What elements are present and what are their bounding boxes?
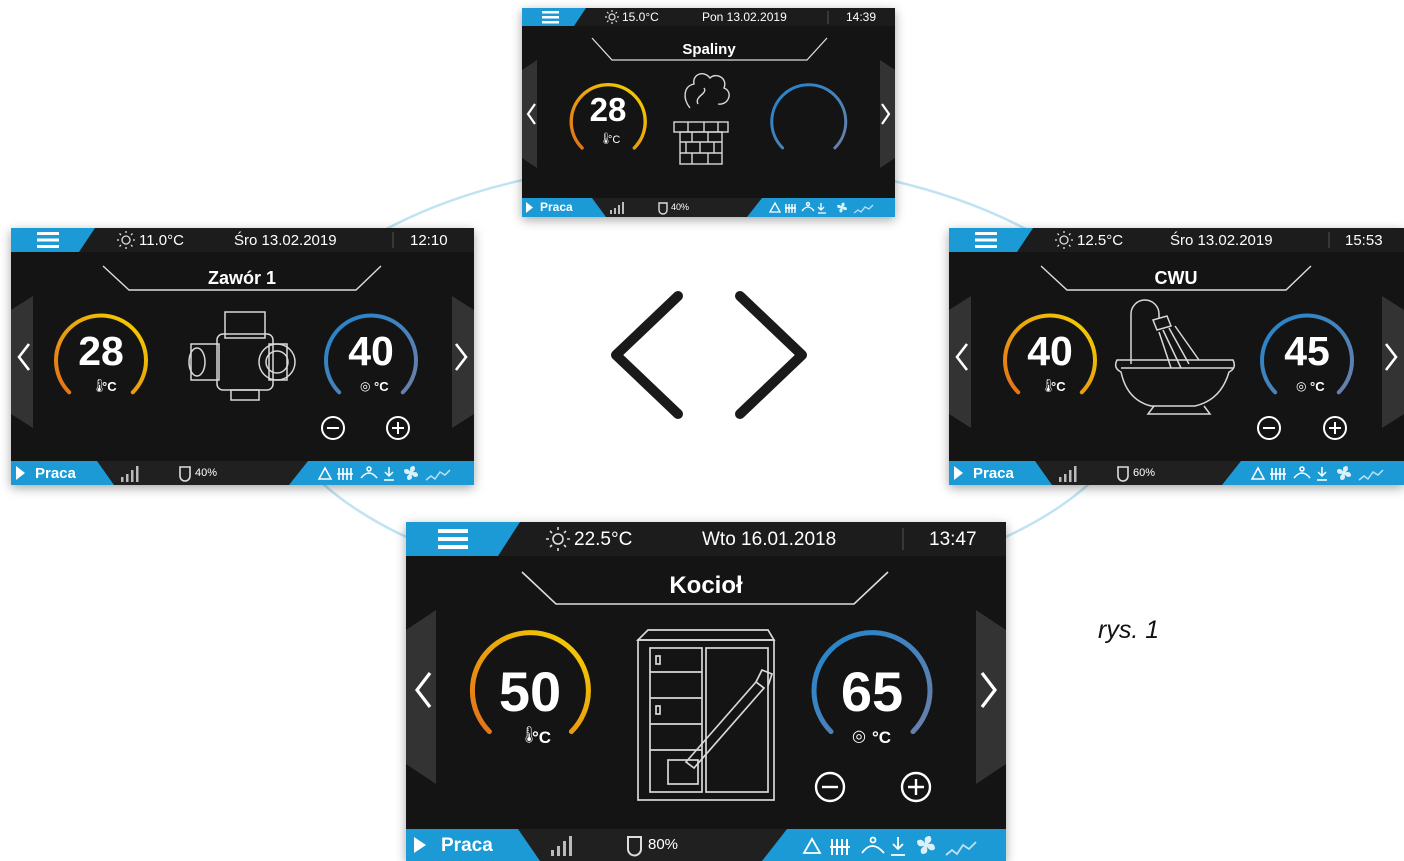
time: 12:10 (410, 232, 448, 249)
date: Śro 13.02.2019 (234, 232, 337, 249)
fuel-level-value: 80% (648, 836, 679, 853)
setpoint-unit: °C (872, 728, 892, 747)
plus-icon (392, 422, 404, 434)
setpoint-icon: ◎ (360, 379, 371, 393)
time: 13:47 (929, 529, 977, 550)
screen-cwu: 12.5°C Śro 13.02.2019 15:53 CWU 40 🌡 °C … (949, 228, 1404, 485)
outdoor-temp: 11.0°C (139, 232, 184, 249)
screen-spaliny: 15.0°C Pon 13.02.2019 14:39 Spaliny 28 🌡… (522, 8, 895, 217)
menu-icon[interactable] (438, 529, 468, 549)
temp-unit: °C (102, 379, 117, 394)
time: 14:39 (846, 10, 877, 24)
current-temp-value: 50 (498, 660, 562, 723)
menu-icon[interactable] (975, 232, 997, 248)
setpoint-icon: ◎ (852, 728, 866, 745)
setpoint-unit: °C (374, 379, 389, 394)
bathtub-shower-icon (1114, 299, 1236, 415)
fuel-level-value: 40% (671, 202, 690, 212)
figure-caption: rys. 1 (1098, 616, 1160, 644)
next-arrow-bg[interactable] (880, 60, 895, 168)
boiler-icon (635, 629, 776, 801)
outdoor-temp: 15.0°C (622, 10, 659, 24)
menu-icon[interactable] (542, 11, 559, 24)
setpoint-temp-value: 65 (840, 660, 904, 723)
date: Wto 16.01.2018 (702, 529, 837, 550)
menu-icon[interactable] (37, 232, 59, 248)
chevron-right-icon (735, 291, 807, 419)
status-label: Praca (540, 200, 573, 214)
temp-unit: °C (532, 728, 552, 747)
setpoint-unit: °C (1310, 379, 1325, 394)
fuel-level-value: 40% (195, 467, 218, 479)
temp-unit: °C (1051, 379, 1066, 394)
status-label: Praca (441, 835, 493, 856)
screen-title: Kocioł (669, 572, 743, 599)
plus-icon (1329, 422, 1341, 434)
gauge-right-ring (770, 83, 848, 150)
chevron-left-icon (611, 291, 683, 419)
plus-icon (908, 779, 924, 795)
screen-title: Zawór 1 (207, 268, 277, 288)
fuel-level-value: 60% (1133, 467, 1156, 479)
screen-kociol: 22.5°C Wto 16.01.2018 13:47 Kocioł 50 🌡 … (406, 522, 1006, 861)
screen-title: Spaliny (682, 41, 736, 58)
setpoint-temp-value: 40 (348, 328, 394, 374)
current-temp-value: 40 (1027, 328, 1073, 374)
outdoor-temp: 22.5°C (574, 529, 633, 550)
screen-zawor: 11.0°C Śro 13.02.2019 12:10 Zawór 1 28 🌡… (11, 228, 474, 485)
screen-title: CWU (1154, 268, 1198, 288)
prev-arrow-bg[interactable] (522, 60, 537, 168)
time: 15:53 (1345, 232, 1383, 249)
temp-unit: °C (608, 134, 621, 146)
setpoint-temp-value: 45 (1284, 328, 1330, 374)
status-label: Praca (35, 465, 76, 482)
date: Pon 13.02.2019 (702, 10, 787, 24)
current-temp-value: 28 (78, 328, 124, 374)
swipe-navigation-arrows (611, 291, 807, 419)
current-temp-value: 28 (589, 91, 627, 128)
setpoint-icon: ◎ (1296, 379, 1307, 393)
mixing-valve-icon (188, 311, 296, 401)
chimney-icon (673, 73, 730, 165)
outdoor-temp: 12.5°C (1077, 232, 1124, 249)
status-label: Praca (973, 465, 1014, 482)
date: Śro 13.02.2019 (1170, 232, 1273, 249)
